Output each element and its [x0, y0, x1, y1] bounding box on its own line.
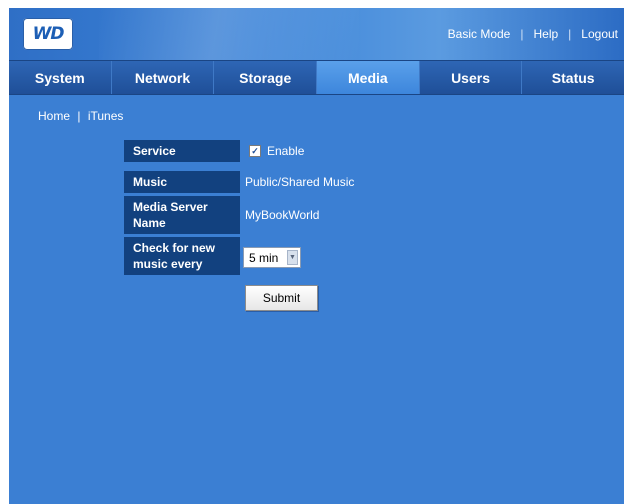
chevron-down-icon[interactable]: ▼: [287, 250, 298, 265]
tab-system[interactable]: System: [9, 61, 112, 94]
enable-checkbox[interactable]: ✓: [249, 145, 261, 157]
media-server-name-label-line2: Name: [133, 216, 166, 230]
app-window: WD Basic Mode | Help | Logout System Net…: [9, 8, 624, 504]
top-links: Basic Mode | Help | Logout: [448, 25, 618, 43]
breadcrumb: Home | iTunes: [38, 109, 123, 123]
breadcrumb-home[interactable]: Home: [38, 109, 70, 123]
check-interval-label-line2: music every: [133, 257, 203, 271]
enable-label[interactable]: Enable: [267, 144, 304, 158]
service-label: Service: [124, 140, 240, 162]
music-value: Public/Shared Music: [245, 175, 355, 189]
service-value: ✓ Enable: [245, 140, 304, 162]
tab-network[interactable]: Network: [112, 61, 215, 94]
wd-logo: WD: [23, 18, 73, 50]
check-interval-select[interactable]: 5 min ▼: [243, 247, 301, 268]
top-link-separator: |: [568, 27, 572, 41]
check-interval-label: Check for new music every: [124, 237, 240, 275]
logout-link[interactable]: Logout: [581, 27, 618, 41]
logo-text: WD: [32, 24, 65, 44]
basic-mode-link[interactable]: Basic Mode: [448, 27, 511, 41]
main-nav: System Network Storage Media Users Statu…: [9, 60, 624, 95]
tab-status[interactable]: Status: [522, 61, 624, 94]
checkmark-icon: ✓: [251, 145, 259, 156]
tab-users[interactable]: Users: [420, 61, 523, 94]
header-bar: WD Basic Mode | Help | Logout: [9, 8, 624, 60]
media-server-name-label-line1: Media Server: [133, 200, 208, 214]
breadcrumb-current: iTunes: [87, 109, 124, 123]
help-link[interactable]: Help: [533, 27, 558, 41]
media-server-name-value: MyBookWorld: [245, 208, 320, 222]
breadcrumb-separator: |: [77, 109, 81, 123]
tab-media[interactable]: Media: [317, 61, 420, 94]
check-interval-selected: 5 min: [249, 250, 279, 265]
submit-button[interactable]: Submit: [245, 285, 318, 311]
service-label-text: Service: [133, 144, 176, 158]
tab-storage[interactable]: Storage: [214, 61, 318, 94]
music-label: Music: [124, 171, 240, 193]
check-interval-label-line1: Check for new: [133, 241, 216, 255]
music-label-text: Music: [133, 175, 168, 189]
top-link-separator: |: [520, 27, 524, 41]
media-server-name-label: Media Server Name: [124, 196, 240, 234]
